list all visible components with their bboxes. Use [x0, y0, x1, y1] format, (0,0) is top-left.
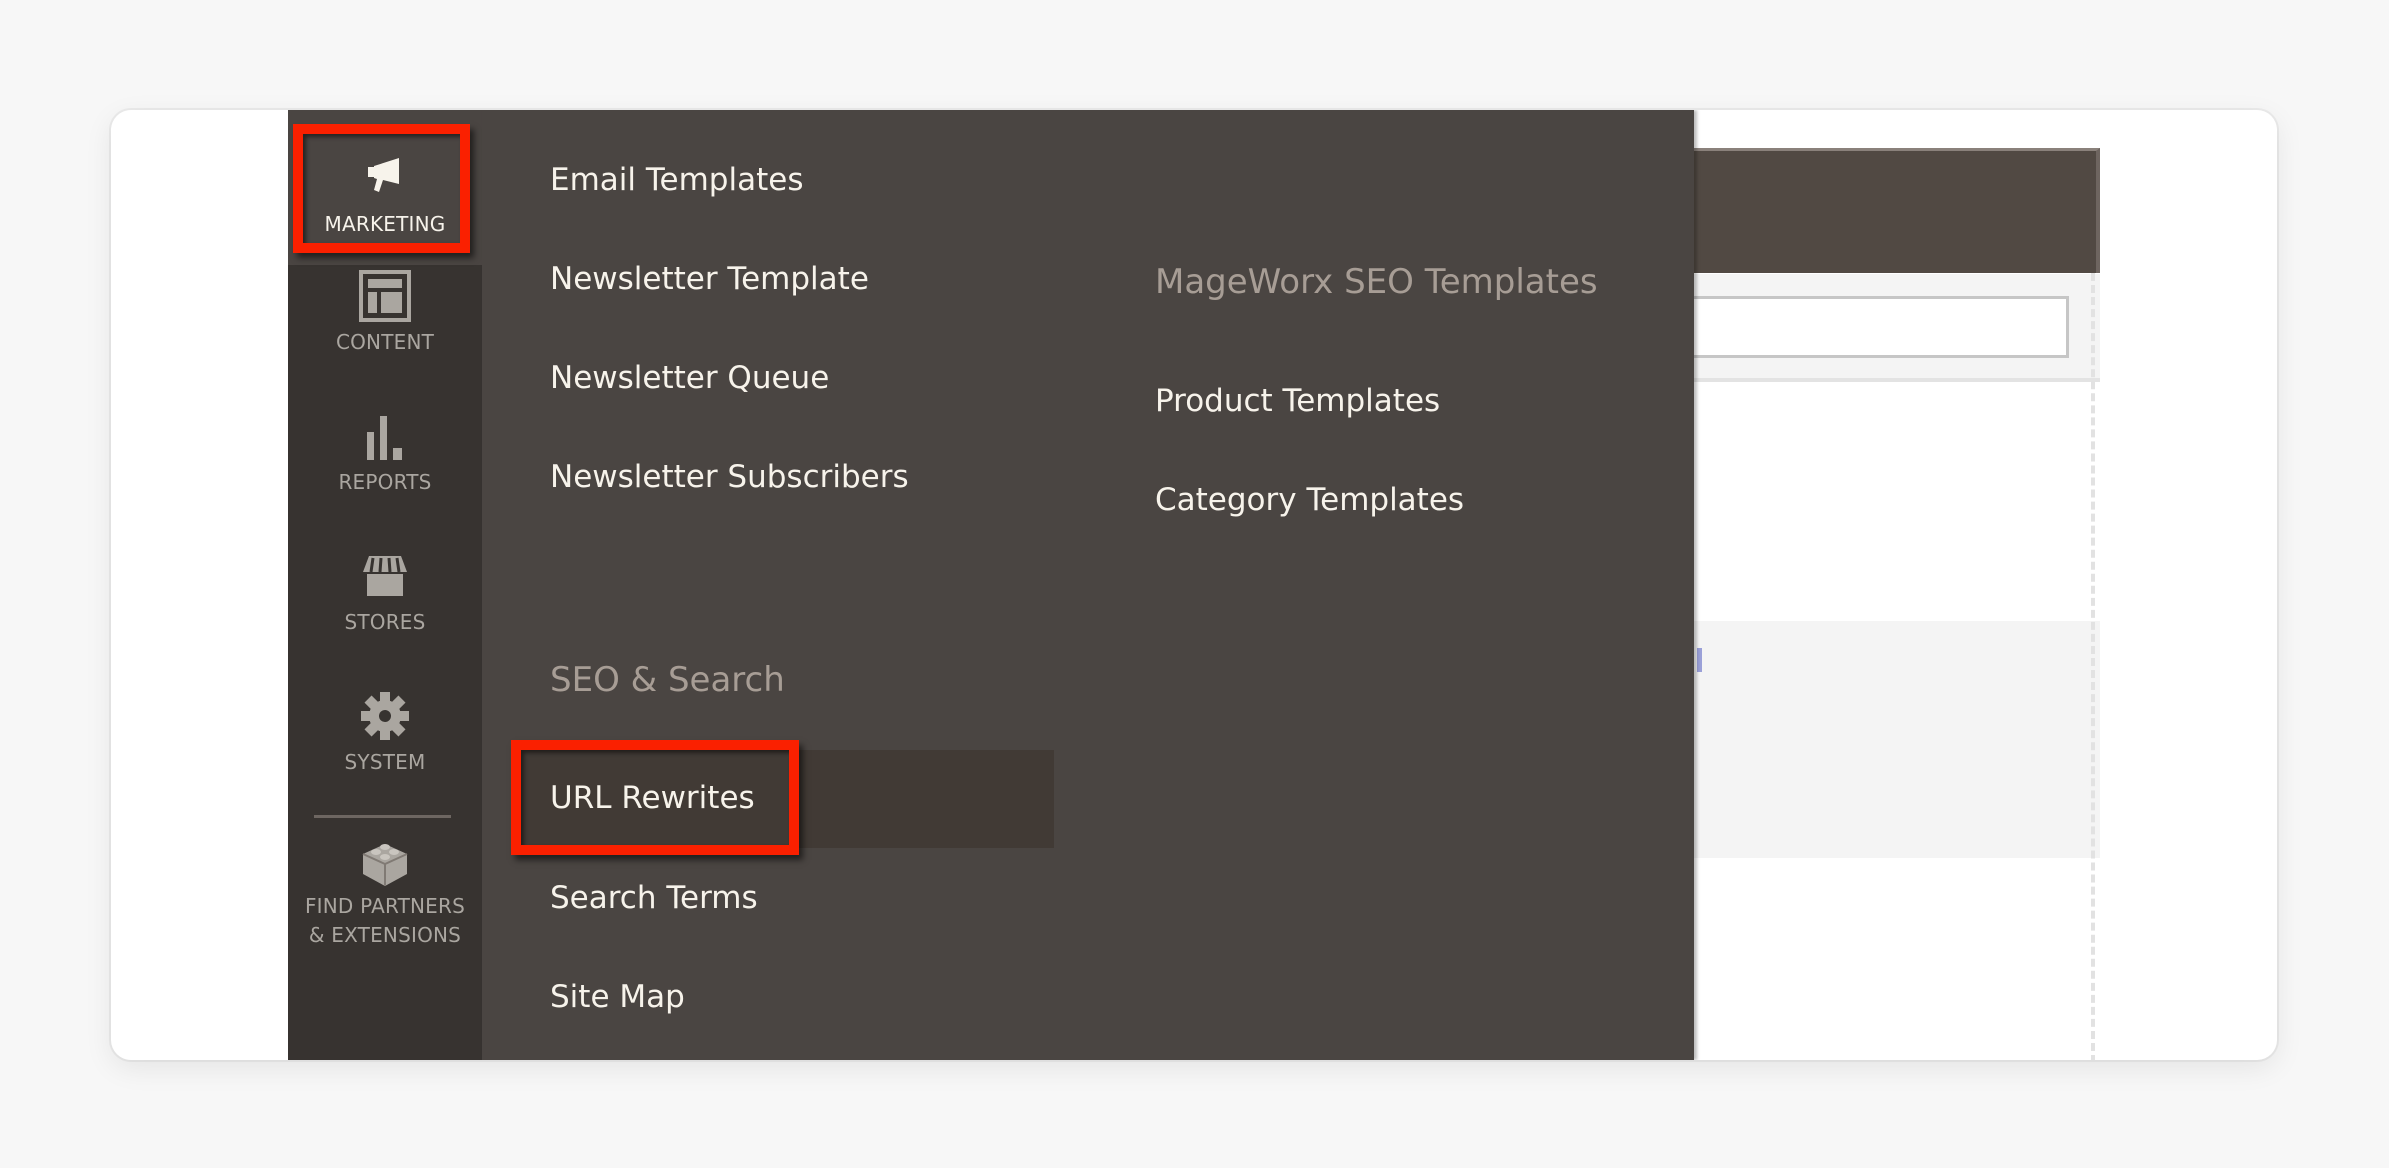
admin-sidebar: MARKETING CONTENT REPORTS STORES SYSTEM … — [288, 110, 482, 1060]
menu-item-search-terms[interactable]: Search Terms — [550, 880, 758, 916]
sidebar-item-label: STORES — [344, 610, 426, 634]
lego-block-icon — [362, 844, 408, 886]
sidebar-item-reports[interactable]: REPORTS — [288, 410, 482, 494]
menu-item-newsletter-subscribers[interactable]: Newsletter Subscribers — [550, 459, 909, 495]
menu-item-url-rewrites[interactable]: URL Rewrites — [511, 750, 1054, 848]
marketing-flyout-menu: Email Templates Newsletter Template News… — [482, 110, 1694, 1060]
sidebar-item-label: & EXTENSIONS — [308, 923, 462, 947]
sidebar-item-label: CONTENT — [335, 330, 435, 354]
sidebar-item-content[interactable]: CONTENT — [288, 270, 482, 354]
screenshot-card: MARKETING CONTENT REPORTS STORES SYSTEM … — [111, 110, 2277, 1060]
menu-section-heading-mageworx: MageWorx SEO Templates — [1155, 262, 1598, 302]
search-input[interactable] — [1694, 296, 2069, 358]
megaphone-icon — [368, 158, 399, 192]
menu-item-category-templates[interactable]: Category Templates — [1155, 482, 1464, 518]
bar-chart-icon — [367, 416, 402, 460]
gear-icon — [361, 692, 409, 740]
page-column-divider — [2091, 273, 2095, 1060]
menu-item-site-map[interactable]: Site Map — [550, 979, 685, 1015]
sidebar-item-find-partners[interactable]: FIND PARTNERS & EXTENSIONS — [288, 838, 482, 950]
page-header-bar — [1694, 148, 2100, 273]
sidebar-item-label: FIND PARTNERS — [304, 894, 466, 918]
sidebar-item-label: SYSTEM — [344, 750, 426, 774]
menu-section-heading-seo: SEO & Search — [550, 660, 785, 700]
sidebar-item-stores[interactable]: STORES — [288, 550, 482, 634]
storefront-icon — [363, 556, 407, 596]
page-content-band — [1694, 621, 2100, 858]
sidebar-divider — [314, 815, 451, 818]
menu-item-email-templates[interactable]: Email Templates — [550, 162, 803, 198]
sidebar-item-label: REPORTS — [338, 470, 432, 494]
sidebar-item-system[interactable]: SYSTEM — [288, 690, 482, 774]
menu-item-label: URL Rewrites — [550, 780, 755, 816]
menu-item-product-templates[interactable]: Product Templates — [1155, 383, 1440, 419]
sidebar-item-marketing[interactable]: MARKETING — [288, 110, 482, 265]
sidebar-item-label: MARKETING — [324, 212, 446, 236]
menu-item-newsletter-queue[interactable]: Newsletter Queue — [550, 360, 829, 396]
partial-hidden-element — [1697, 648, 1702, 672]
page-toolbar — [1694, 274, 2100, 382]
menu-item-newsletter-template[interactable]: Newsletter Template — [550, 261, 869, 297]
layout-icon — [359, 270, 411, 322]
